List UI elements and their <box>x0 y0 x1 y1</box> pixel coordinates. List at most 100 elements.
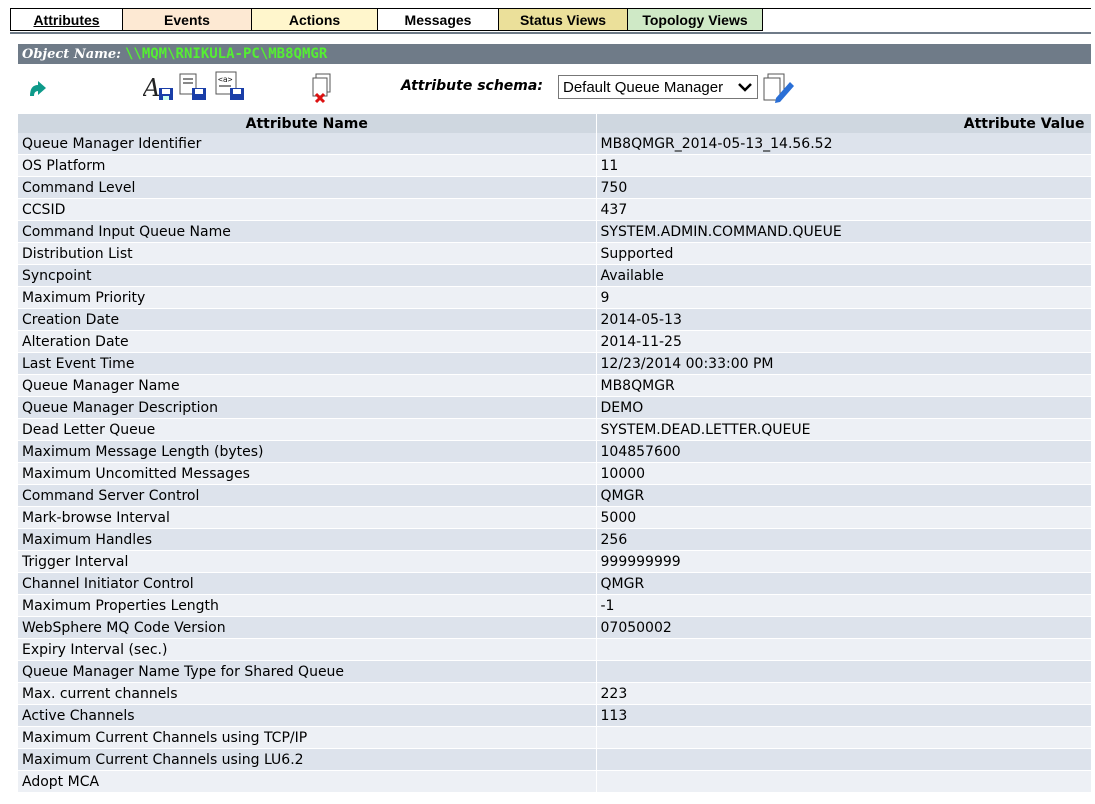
attribute-name-cell: CCSID <box>18 198 596 221</box>
table-row: Command Input Queue Name SYSTEM.ADMIN.COM… <box>18 220 1091 243</box>
table-row: Maximum Message Length (bytes) 104857600 <box>18 440 1091 463</box>
attribute-name-cell: Syncpoint <box>18 264 596 287</box>
table-row: Last Event Time 12/23/2014 00:33:00 PM <box>18 352 1091 375</box>
table-row: Queue Manager Description DEMO <box>18 396 1091 419</box>
table-row: OS Platform 11 <box>18 154 1091 177</box>
table-row: Maximum Priority 9 <box>18 286 1091 309</box>
attribute-value-cell: 07050002 <box>595 616 1091 639</box>
table-row: Maximum Properties Length -1 <box>18 594 1091 617</box>
attribute-value-cell: DEMO <box>595 396 1091 419</box>
attribute-name-cell: Expiry Interval (sec.) <box>18 638 596 661</box>
refresh-icon[interactable] <box>26 80 48 104</box>
table-row: Queue Manager Identifier MB8QMGR_2014-05-… <box>18 133 1091 155</box>
attribute-name-cell: Mark-browse Interval <box>18 506 596 529</box>
edit-schema-icon[interactable] <box>762 72 796 108</box>
attributes-table: Attribute Name Attribute Value Queue Man… <box>18 114 1092 793</box>
attribute-name-cell: Creation Date <box>18 308 596 331</box>
table-row: Creation Date 2014-05-13 <box>18 308 1091 331</box>
attribute-value-cell: SYSTEM.DEAD.LETTER.QUEUE <box>595 418 1091 441</box>
attribute-name-cell: Command Server Control <box>18 484 596 507</box>
tab-attributes[interactable]: Attributes <box>11 9 123 31</box>
attribute-value-cell: MB8QMGR_2014-05-13_14.56.52 <box>595 133 1091 155</box>
attribute-value-cell: 999999999 <box>595 550 1091 573</box>
attribute-value-cell <box>595 638 1091 661</box>
attribute-name-cell: Maximum Handles <box>18 528 596 551</box>
table-row: Queue Manager Name MB8QMGR <box>18 374 1091 397</box>
tab-events[interactable]: Events <box>123 9 252 31</box>
attribute-schema-value: Default Queue Manager <box>563 78 724 96</box>
tab-messages[interactable]: Messages <box>378 9 499 31</box>
column-header-attribute-name[interactable]: Attribute Name <box>18 114 597 133</box>
attribute-value-cell: Supported <box>595 242 1091 265</box>
table-row: Dead Letter Queue SYSTEM.DEAD.LETTER.QUEU… <box>18 418 1091 441</box>
attribute-name-cell: Maximum Current Channels using TCP/IP <box>18 726 596 749</box>
attribute-name-cell: OS Platform <box>18 154 596 177</box>
tab-topology-views[interactable]: Topology Views <box>628 9 763 31</box>
attribute-name-cell: Queue Manager Description <box>18 396 596 419</box>
attribute-value-cell: 104857600 <box>595 440 1091 463</box>
table-row: Expiry Interval (sec.) <box>18 638 1091 661</box>
attribute-value-cell: 5000 <box>595 506 1091 529</box>
attribute-value-cell: QMGR <box>595 484 1091 507</box>
toolbar: A <a> Attribute schema: Default Queue Ma… <box>18 64 1091 114</box>
attribute-value-cell: 750 <box>595 176 1091 199</box>
attribute-schema-select[interactable]: Default Queue Manager <box>558 75 758 99</box>
attribute-value-cell: 9 <box>595 286 1091 309</box>
attribute-value-cell: 437 <box>595 198 1091 221</box>
attribute-name-cell: Maximum Properties Length <box>18 594 596 617</box>
attribute-value-cell: Available <box>595 264 1091 287</box>
table-row: Channel Initiator Control QMGR <box>18 572 1091 595</box>
attribute-name-cell: Maximum Current Channels using LU6.2 <box>18 748 596 771</box>
column-header-attribute-value[interactable]: Attribute Value <box>596 114 1092 133</box>
attribute-name-cell: Command Level <box>18 176 596 199</box>
attribute-value-cell: 2014-05-13 <box>595 308 1091 331</box>
attribute-name-cell: Queue Manager Identifier <box>18 133 596 155</box>
table-row: Alteration Date 2014-11-25 <box>18 330 1091 353</box>
attribute-name-cell: WebSphere MQ Code Version <box>18 616 596 639</box>
object-name-value: \\MQM\RNIKULA-PC\MB8QMGR <box>124 46 328 62</box>
table-header-row: Attribute Name Attribute Value <box>18 114 1092 133</box>
tab-actions[interactable]: Actions <box>252 9 378 31</box>
attribute-value-cell: 2014-11-25 <box>595 330 1091 353</box>
attribute-name-cell: Maximum Priority <box>18 286 596 309</box>
svg-text:A: A <box>143 74 160 102</box>
table-row: Command Server Control QMGR <box>18 484 1091 507</box>
table-row: Maximum Current Channels using LU6.2 <box>18 748 1091 771</box>
tab-status-views[interactable]: Status Views <box>499 9 628 31</box>
object-name-label: Object Name: <box>22 46 121 62</box>
doc-save-icon[interactable] <box>178 72 208 106</box>
font-save-icon[interactable]: A <box>141 74 175 106</box>
attribute-name-cell: Queue Manager Name <box>18 374 596 397</box>
attribute-value-cell: -1 <box>595 594 1091 617</box>
attribute-value-cell: 223 <box>595 682 1091 705</box>
attribute-name-cell: Maximum Message Length (bytes) <box>18 440 596 463</box>
attribute-name-cell: Queue Manager Name Type for Shared Queue <box>18 660 596 683</box>
table-row: Adopt MCA <box>18 770 1091 793</box>
attribute-value-cell: 113 <box>595 704 1091 727</box>
table-row: Command Level 750 <box>18 176 1091 199</box>
table-row: Distribution List Supported <box>18 242 1091 265</box>
attribute-name-cell: Max. current channels <box>18 682 596 705</box>
attribute-name-cell: Alteration Date <box>18 330 596 353</box>
table-row: Syncpoint Available <box>18 264 1091 287</box>
table-row: Maximum Current Channels using TCP/IP <box>18 726 1091 749</box>
attribute-name-cell: Command Input Queue Name <box>18 220 596 243</box>
attribute-name-cell: Maximum Uncomitted Messages <box>18 462 596 485</box>
attribute-value-cell <box>595 748 1091 771</box>
attribute-value-cell <box>595 770 1091 793</box>
attribute-name-cell: Adopt MCA <box>18 770 596 793</box>
attribute-value-cell: MB8QMGR <box>595 374 1091 397</box>
xml-save-icon[interactable]: <a> <box>214 70 246 106</box>
table-body: Queue Manager Identifier MB8QMGR_2014-05-… <box>18 133 1091 793</box>
attribute-value-cell: QMGR <box>595 572 1091 595</box>
attribute-name-cell: Last Event Time <box>18 352 596 375</box>
attribute-value-cell: SYSTEM.ADMIN.COMMAND.QUEUE <box>595 220 1091 243</box>
table-row: CCSID 437 <box>18 198 1091 221</box>
chevron-down-icon[interactable] <box>733 76 757 98</box>
attribute-name-cell: Active Channels <box>18 704 596 727</box>
attribute-name-cell: Trigger Interval <box>18 550 596 573</box>
attribute-name-cell: Dead Letter Queue <box>18 418 596 441</box>
tabs: Attributes Events Actions Messages Status Vi… <box>10 8 1091 31</box>
delete-icon[interactable] <box>310 72 336 108</box>
attribute-value-cell: 12/23/2014 00:33:00 PM <box>595 352 1091 375</box>
